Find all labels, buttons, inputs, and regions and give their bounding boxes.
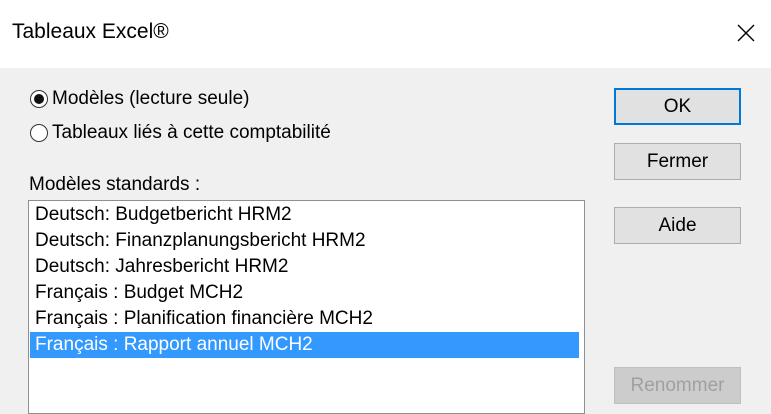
ok-button[interactable]: OK bbox=[614, 88, 741, 125]
close-dialog-button[interactable]: Fermer bbox=[614, 143, 741, 180]
close-icon bbox=[737, 24, 755, 42]
linked-tables-option[interactable]: Tableaux liés à cette comptabilité bbox=[30, 121, 331, 145]
templates-readonly-label: Modèles (lecture seule) bbox=[52, 88, 250, 109]
list-item[interactable]: Français : Planification financière MCH2 bbox=[30, 306, 579, 332]
list-item[interactable]: Français : Budget MCH2 bbox=[30, 280, 579, 306]
standard-templates-label: Modèles standards : bbox=[29, 174, 201, 195]
list-item[interactable]: Deutsch: Jahresbericht HRM2 bbox=[30, 254, 579, 280]
standard-templates-list[interactable]: Deutsch: Budgetbericht HRM2 Deutsch: Fin… bbox=[28, 200, 585, 414]
excel-tables-dialog: Tableaux Excel® Modèles (lecture seule) … bbox=[0, 0, 771, 414]
title-bar: Tableaux Excel® bbox=[0, 0, 771, 68]
rename-button[interactable]: Renommer bbox=[614, 367, 741, 404]
close-button[interactable] bbox=[721, 10, 769, 54]
help-button[interactable]: Aide bbox=[614, 207, 741, 244]
list-item[interactable]: Deutsch: Budgetbericht HRM2 bbox=[30, 202, 579, 228]
list-item[interactable]: Deutsch: Finanzplanungsbericht HRM2 bbox=[30, 228, 579, 254]
linked-tables-radio[interactable] bbox=[30, 124, 48, 142]
templates-readonly-option[interactable]: Modèles (lecture seule) bbox=[30, 87, 249, 111]
templates-readonly-radio[interactable] bbox=[30, 90, 48, 108]
list-item-selected[interactable]: Français : Rapport annuel MCH2 bbox=[30, 332, 579, 358]
linked-tables-label: Tableaux liés à cette comptabilité bbox=[52, 122, 331, 143]
dialog-title: Tableaux Excel® bbox=[12, 20, 169, 43]
